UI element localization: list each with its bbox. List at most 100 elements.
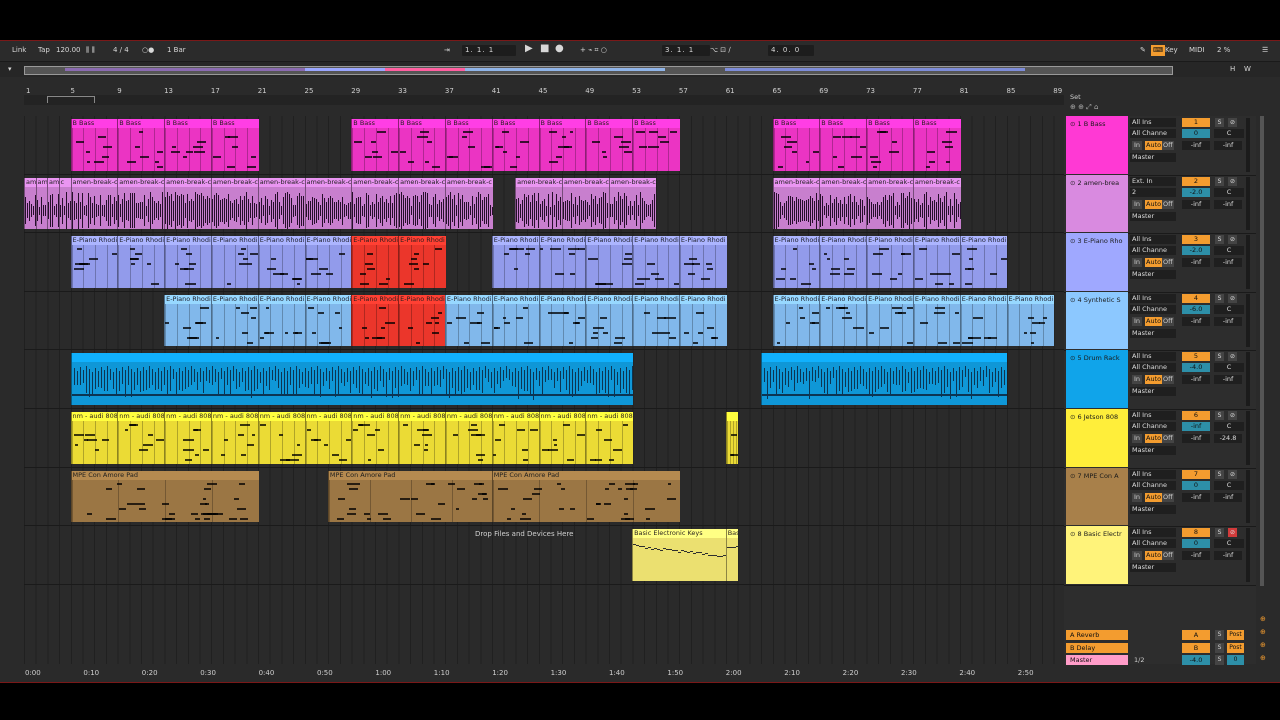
input-channel-select[interactable]: All Channe xyxy=(1130,246,1176,256)
track-activator[interactable]: 7 xyxy=(1182,469,1210,479)
loop-icon[interactable]: ⌥ ⊡ ∕ xyxy=(710,45,731,56)
send-b-field[interactable]: -inf xyxy=(1214,551,1242,561)
fold-icon[interactable]: ⊙ xyxy=(1070,179,1078,187)
track-name[interactable]: ⊙ 3 E-Piano Rho xyxy=(1070,237,1123,245)
track-color-strip[interactable]: ⊙ 2 amen-brea xyxy=(1066,174,1128,233)
arm-button[interactable]: ⊘ xyxy=(1228,352,1237,362)
monitor-in-button[interactable]: In xyxy=(1132,434,1143,443)
clip[interactable]: B Bass xyxy=(210,119,259,171)
clip[interactable]: c xyxy=(58,177,71,230)
track-activator[interactable]: 5 xyxy=(1182,352,1210,362)
return-activator[interactable]: -4.0 xyxy=(1182,655,1210,665)
input-type-select[interactable]: All Ins xyxy=(1130,352,1176,362)
volume-field[interactable]: -2.0 xyxy=(1182,187,1210,197)
track-color-strip[interactable]: ⊙ 7 MPE Con A xyxy=(1066,467,1128,526)
clip[interactable]: E-Piano Rhodi xyxy=(210,236,259,288)
track-name[interactable]: ⊙ 8 Basic Electr xyxy=(1070,530,1122,538)
collapse-icon[interactable]: ▾ xyxy=(8,64,12,75)
pan-field[interactable]: C xyxy=(1214,539,1244,549)
clip[interactable]: nm - audi 808 xyxy=(585,412,634,464)
return-solo[interactable]: S xyxy=(1215,630,1224,640)
clip[interactable]: E-Piano Rhodi xyxy=(257,294,306,347)
input-channel-select[interactable]: 2 xyxy=(1130,187,1176,197)
clip[interactable]: nm - audi 808 xyxy=(257,412,306,464)
draw-mode-icon[interactable]: ✎ xyxy=(1140,45,1146,56)
record-icon[interactable]: ● xyxy=(555,43,564,54)
monitor-in-button[interactable]: In xyxy=(1132,199,1143,209)
stop-icon[interactable]: ■ xyxy=(540,43,549,54)
clip[interactable]: B Bass xyxy=(866,119,914,171)
output-select[interactable]: Master xyxy=(1130,153,1176,162)
clip[interactable]: E-Piano Rhodi xyxy=(491,236,540,288)
return-name[interactable]: B Delay xyxy=(1066,642,1128,653)
solo-button[interactable]: S xyxy=(1215,528,1224,538)
clip[interactable]: B Bass xyxy=(585,119,634,171)
send-b-field[interactable]: -inf xyxy=(1214,375,1242,385)
clip[interactable]: E-Piano Rhodi xyxy=(164,236,212,288)
output-select[interactable]: Master xyxy=(1130,211,1176,221)
clip[interactable]: B Bass xyxy=(819,119,868,171)
track-name[interactable]: ⊙ 5 Drum Rack xyxy=(1070,354,1120,362)
return-name[interactable]: A Reverb xyxy=(1066,630,1128,640)
overdub-icon[interactable]: + ⌁ ⌗ ○ xyxy=(580,45,607,56)
send-a-field[interactable]: -inf xyxy=(1182,492,1210,502)
solo-button[interactable]: S xyxy=(1215,176,1224,186)
zoom-buttons[interactable]: ⊕ ⊕ ⊕ ⊕ xyxy=(1260,613,1266,665)
input-type-select[interactable]: All Ins xyxy=(1130,118,1176,127)
bar-ruler[interactable]: 1 5 9 13 17 21 25 29 33 37 41 45 49 53 57 61 65 69 73 77 81 8… xyxy=(24,85,1064,95)
return-post-button[interactable]: Post xyxy=(1227,630,1244,640)
send-a-field[interactable]: -inf xyxy=(1182,375,1210,385)
send-b-field[interactable]: -24.8 xyxy=(1214,434,1242,443)
clip[interactable]: amen-break-c xyxy=(70,177,119,230)
pan-field[interactable]: C xyxy=(1214,187,1244,197)
clip[interactable]: E-Piano Rhodi xyxy=(866,294,914,347)
track-activator[interactable]: 3 xyxy=(1182,235,1210,245)
clip[interactable]: Basic Electronic Keys xyxy=(632,529,727,581)
monitor-off-button[interactable]: Off xyxy=(1162,199,1174,209)
send-a-field[interactable]: -inf xyxy=(1182,141,1210,150)
clip[interactable]: nm - audi 808 xyxy=(117,412,166,464)
clip[interactable]: B Bass xyxy=(772,119,821,171)
clip[interactable]: E-Piano Rhodi xyxy=(632,236,680,288)
clip[interactable]: nm - audi 808 xyxy=(491,412,540,464)
clip[interactable]: amen-break-c xyxy=(304,177,353,230)
clip[interactable]: B Bass xyxy=(444,119,493,171)
send-b-field[interactable]: -inf xyxy=(1214,258,1242,268)
clip[interactable]: amen-break-c xyxy=(866,177,914,230)
send-a-field[interactable]: -inf xyxy=(1182,434,1210,443)
arrangement-view[interactable]: B Bass B Bass B Bass B Bass B Bass B Bass B Ba… xyxy=(24,116,1064,664)
volume-field[interactable]: -6.0 xyxy=(1182,304,1210,314)
monitor-off-button[interactable]: Off xyxy=(1162,316,1174,326)
monitor-off-button[interactable]: Off xyxy=(1162,492,1174,502)
locator-lane[interactable] xyxy=(24,95,1064,105)
clip[interactable]: MPE Con Amore Pad xyxy=(491,470,680,523)
w-button[interactable]: W xyxy=(1244,64,1251,75)
fold-icon[interactable]: ⊙ xyxy=(1070,354,1078,362)
clip[interactable]: E-Piano Rhodi xyxy=(398,236,446,288)
clip[interactable]: B Bass xyxy=(538,119,587,171)
clip[interactable]: amen-break-c xyxy=(164,177,212,230)
return-solo[interactable]: S xyxy=(1215,655,1224,665)
return-solo[interactable]: S xyxy=(1215,642,1224,653)
clip[interactable]: amen-break-c xyxy=(515,177,563,230)
follow-arrow-icon[interactable]: ⇥ xyxy=(444,45,450,56)
track-color-strip[interactable]: ⊙ 1 B Bass xyxy=(1066,116,1128,174)
clip[interactable] xyxy=(70,353,634,405)
clip[interactable]: E-Piano Rhodi xyxy=(210,294,259,347)
h-button[interactable]: H xyxy=(1230,64,1235,75)
clip[interactable]: amen-break-c xyxy=(912,177,961,230)
vertical-scrollbar[interactable] xyxy=(1258,116,1272,664)
loop-brace[interactable] xyxy=(47,96,95,103)
clip[interactable] xyxy=(760,353,1008,405)
pan-field[interactable]: C xyxy=(1214,422,1244,431)
pan-field[interactable]: C xyxy=(1214,246,1244,256)
volume-field[interactable]: 0 xyxy=(1182,480,1210,490)
track-activator[interactable]: 2 xyxy=(1182,176,1210,186)
clip[interactable]: amen-break-c xyxy=(257,177,306,230)
loop-length-field[interactable]: 4. 0. 0 xyxy=(768,45,814,56)
input-type-select[interactable]: All Ins xyxy=(1130,528,1176,538)
track-color-strip[interactable]: ⊙ 5 Drum Rack xyxy=(1066,350,1128,408)
clip[interactable]: E-Piano Rhodi xyxy=(632,294,680,347)
clip[interactable]: amen-break-c xyxy=(561,177,610,230)
clip[interactable]: E-Piano Rhodi xyxy=(585,294,634,347)
